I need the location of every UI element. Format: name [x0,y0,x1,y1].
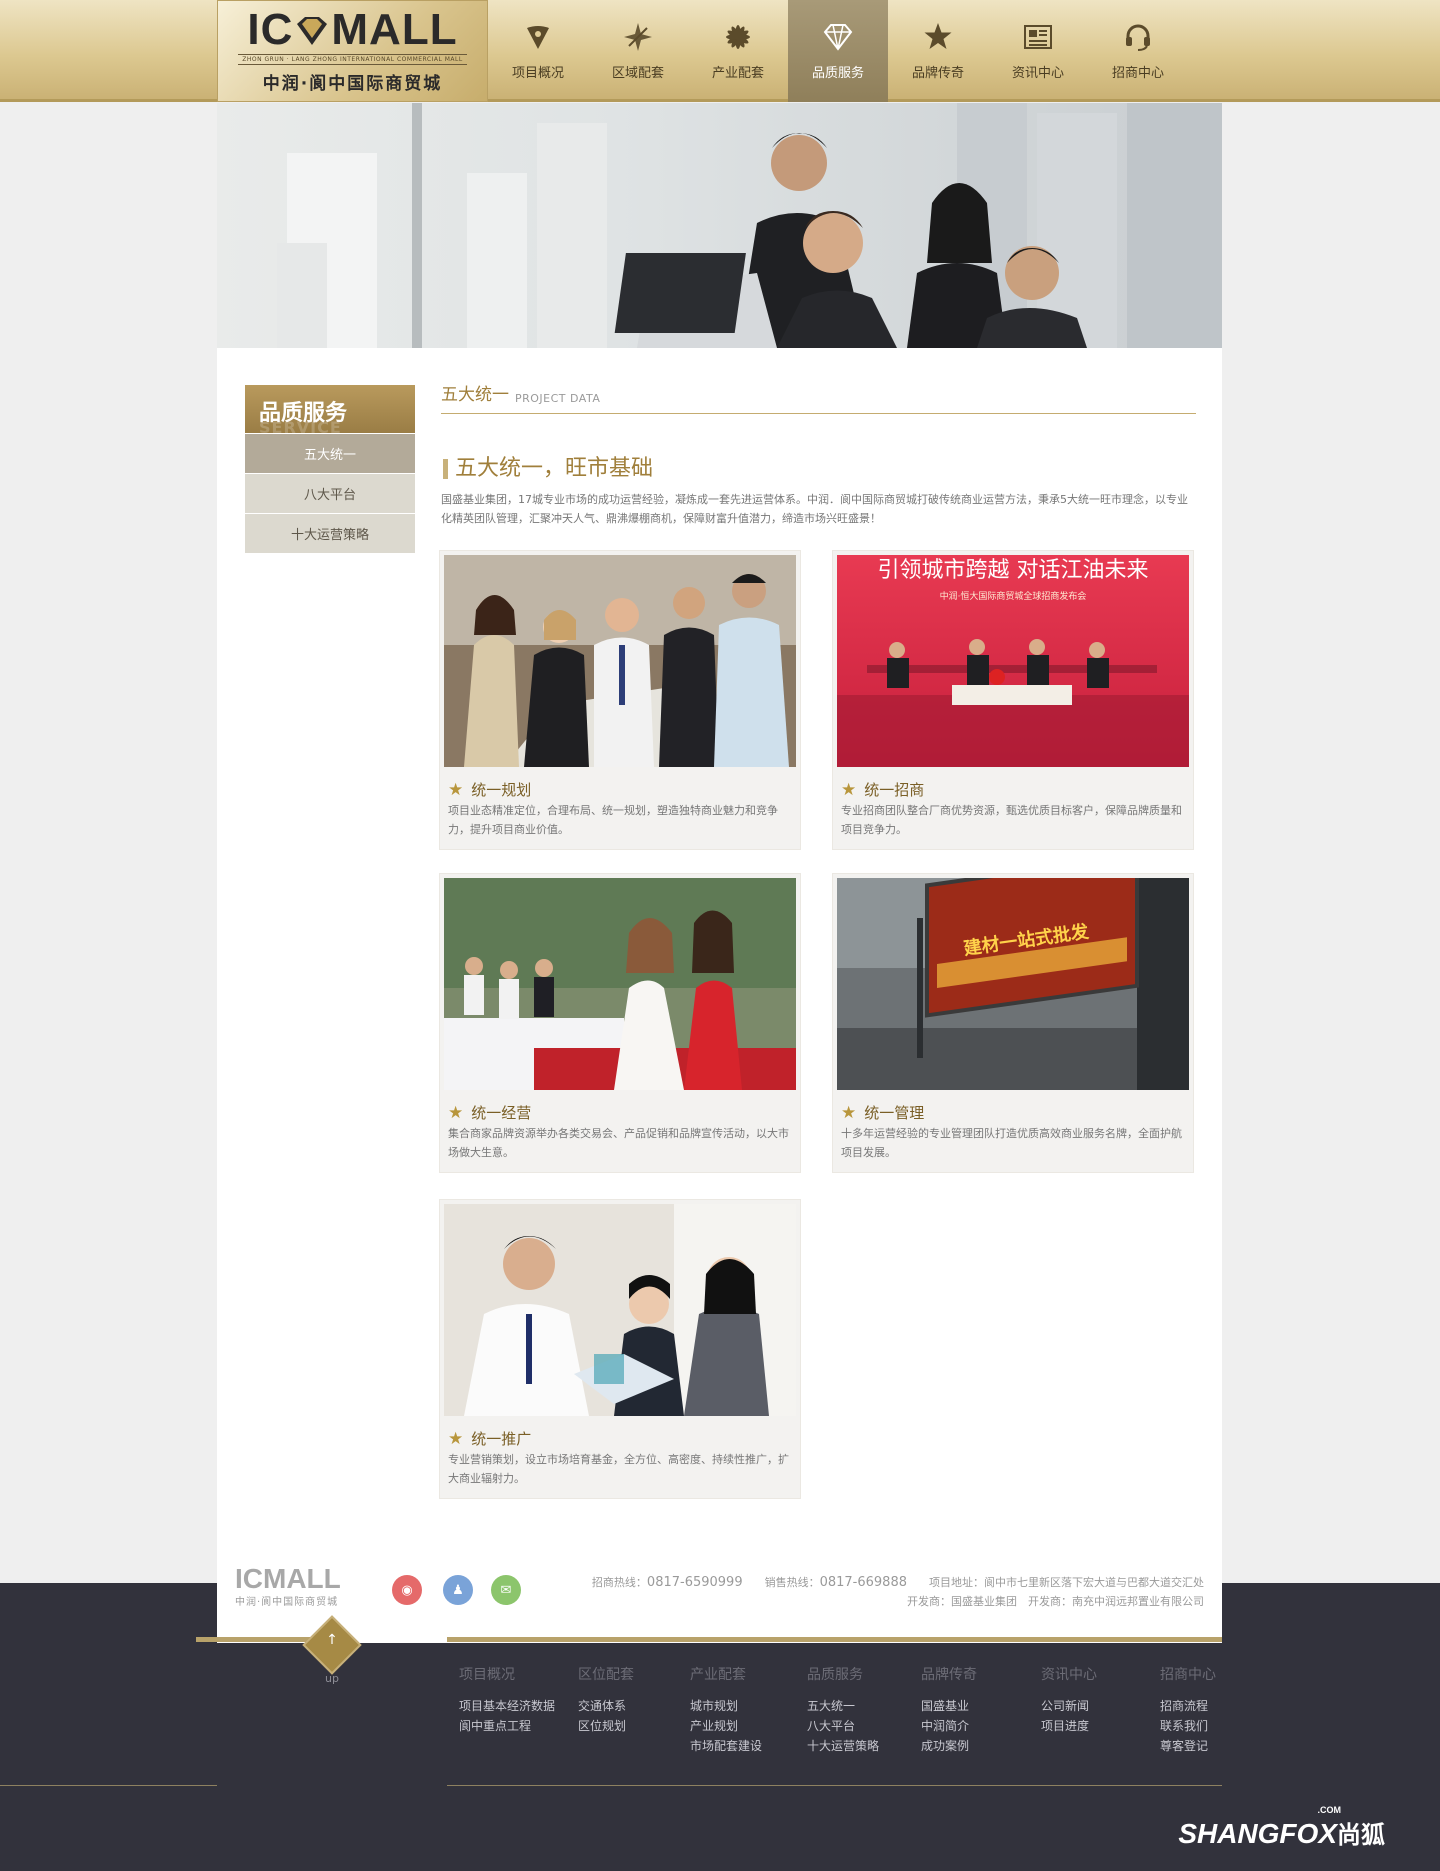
star-icon: ★ [841,1102,857,1123]
footer-logo[interactable]: ICMALL 中润·阆中国际商贸城 [235,1565,357,1609]
svg-text:中润·恒大国际商贸城全球招商发布会: 中润·恒大国际商贸城全球招商发布会 [940,590,1087,602]
headset-icon [1126,24,1150,51]
hero-banner [217,103,1222,348]
card-photo [444,555,796,767]
star-icon: ★ [448,779,464,800]
pin-icon [527,25,549,49]
footer-column: 招商中心 招商流程 联系我们 尊客登记 [1160,1667,1216,1753]
contact-info: 招商热线：0817-6590999 销售热线：0817-669888 项目地址：… [591,1575,1204,1608]
diamond-icon [823,23,853,51]
main-panel: 品质服务 SERVICE 五大统一 八大平台 十大运营策略 五大统一 PROJEC… [217,348,1222,1543]
footer-column: 项目概况 项目基本经济数据 阆中重点工程 [459,1667,556,1733]
section-heading: 五大统一，旺市基础 [441,456,1196,482]
sidebar-item-eight[interactable]: 八大平台 [245,474,415,513]
footer-column: 区位配套 交通体系 区位规划 [578,1667,634,1733]
nav-item-brand[interactable]: 品牌传奇 [888,0,988,102]
card-photo [444,1204,796,1416]
footer-info: ICMALL 中润·阆中国际商贸城 ◉ ♟ ✉ 招商热线：0817-659099… [217,1543,1222,1643]
footer-divider [447,1785,1222,1786]
card-operation[interactable]: ★ 统一经营 集合商家品牌资源举办各类交易会、产品促销和品牌宣传活动，以大市场做大… [439,873,801,1173]
diamond-logo-icon [297,17,328,45]
sidebar: 品质服务 SERVICE 五大统一 八大平台 十大运营策略 [245,385,415,553]
card-photo: 引领城市跨越 对话江油未来 中润·恒大国际商贸城全球招商发布会 [837,555,1189,767]
footer-links: 项目概况 项目基本经济数据 阆中重点工程 区位配套 交通体系 区位规划 产业配套… [459,1664,1230,1756]
nav-item-news[interactable]: 资讯中心 [988,0,1088,102]
compass-icon [624,22,652,51]
star-icon: ★ [448,1102,464,1123]
card-investment[interactable]: 引领城市跨越 对话江油未来 中润·恒大国际商贸城全球招商发布会 ★ 统一招商 专业… [832,550,1194,850]
main-nav: 项目概况 区域配套 产业配套 品质服务 品牌传奇 资讯中心 招商中心 [488,0,1188,102]
card-promotion[interactable]: ★ 统一推广 专业营销策划，设立市场培育基金，全方位、高密度、持续性推广，扩大商业… [439,1199,801,1499]
news-icon [1024,24,1052,49]
sidebar-item-five[interactable]: 五大统一 [245,434,415,473]
wechat-icon[interactable]: ✉ [491,1575,521,1605]
shangfox-watermark: .COM SHANGFOX尚狐 [1178,1805,1385,1849]
svg-text:引领城市跨越 对话江油未来: 引领城市跨越 对话江油未来 [878,558,1149,583]
site-logo[interactable]: IC MALL ZHON GRUN · LANG ZHONG INTERNATIO… [217,0,488,102]
content-title: 五大统一 PROJECT DATA [441,378,1196,414]
card-photo [444,878,796,1090]
gold-divider [447,1637,1222,1642]
business-team-photo [277,103,1222,348]
weibo-icon[interactable]: ◉ [392,1575,422,1605]
nav-item-region[interactable]: 区域配套 [588,0,688,102]
star-icon [924,22,952,49]
footer-column: 品牌传奇 国盛基业 中润简介 成功案例 [921,1667,977,1753]
section-intro: 国盛基业集团，17城专业市场的成功运营经验，凝炼成一套先进运营体系。中润．阆中国… [441,493,1188,525]
star-icon: ★ [841,779,857,800]
star-icon: ★ [448,1428,464,1449]
sidebar-item-ten[interactable]: 十大运营策略 [245,514,415,553]
qq-icon[interactable]: ♟ [443,1575,473,1605]
nav-item-project[interactable]: 项目概况 [488,0,588,102]
nav-item-invest[interactable]: 招商中心 [1088,0,1188,102]
footer-column: 品质服务 五大统一 八大平台 十大运营策略 [807,1667,880,1753]
nav-item-industry[interactable]: 产业配套 [688,0,788,102]
arrow-up-icon: ↑ [326,1632,338,1648]
flower-icon [726,24,750,49]
footer-column: 资讯中心 公司新闻 项目进度 [1041,1667,1097,1733]
nav-item-quality[interactable]: 品质服务 [788,0,888,102]
sidebar-title: 品质服务 SERVICE [245,385,415,437]
card-planning[interactable]: ★ 统一规划 项目业态精准定位，合理布局、统一规划，塑造独特商业魅力和竞争力，提升… [439,550,801,850]
card-management[interactable]: 建材一站式批发 ★ 统一管理 十多年运营经验的专业管理团队打造优质高效商业服务名牌… [832,873,1194,1173]
content: 五大统一 PROJECT DATA 五大统一，旺市基础 国盛基业集团，17城专业… [441,378,1196,528]
card-photo: 建材一站式批发 [837,878,1189,1090]
footer-column: 产业配套 城市规划 产业规划 市场配套建设 [690,1667,763,1753]
footer-divider [0,1785,217,1786]
